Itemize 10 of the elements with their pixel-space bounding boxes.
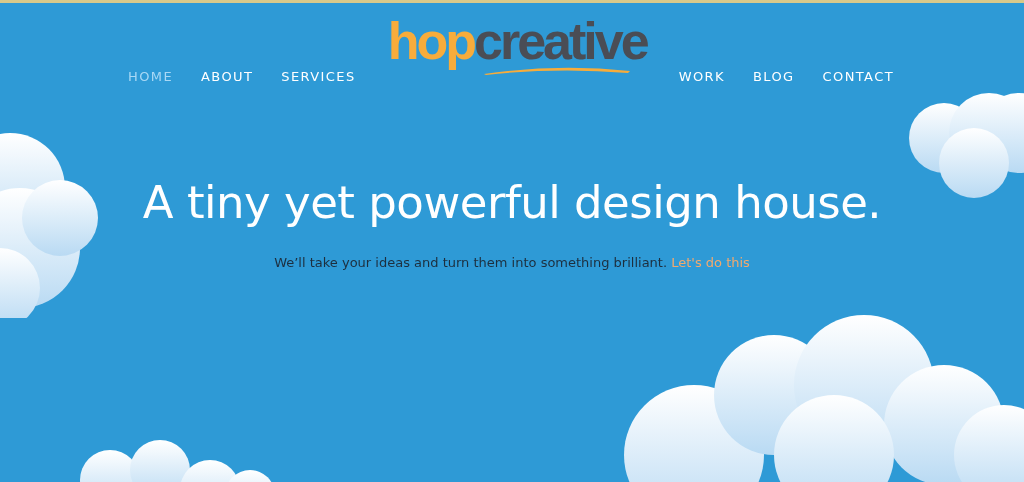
nav-link[interactable]: WORK (678, 69, 725, 84)
cta-link[interactable]: Let's do this (671, 255, 750, 270)
nav-link[interactable]: CONTACT (822, 69, 894, 84)
nav-link[interactable]: ABOUT (201, 69, 254, 84)
tagline: We’ll take your ideas and turn them into something brilliant. Let's do this (274, 255, 750, 270)
nav-link[interactable]: SERVICES (281, 69, 356, 84)
nav-link[interactable]: HOME (128, 69, 174, 84)
nav-link[interactable]: BLOG (752, 69, 795, 84)
headline: A tiny yet powerful design house. (142, 176, 882, 229)
swoosh-icon (482, 65, 633, 75)
